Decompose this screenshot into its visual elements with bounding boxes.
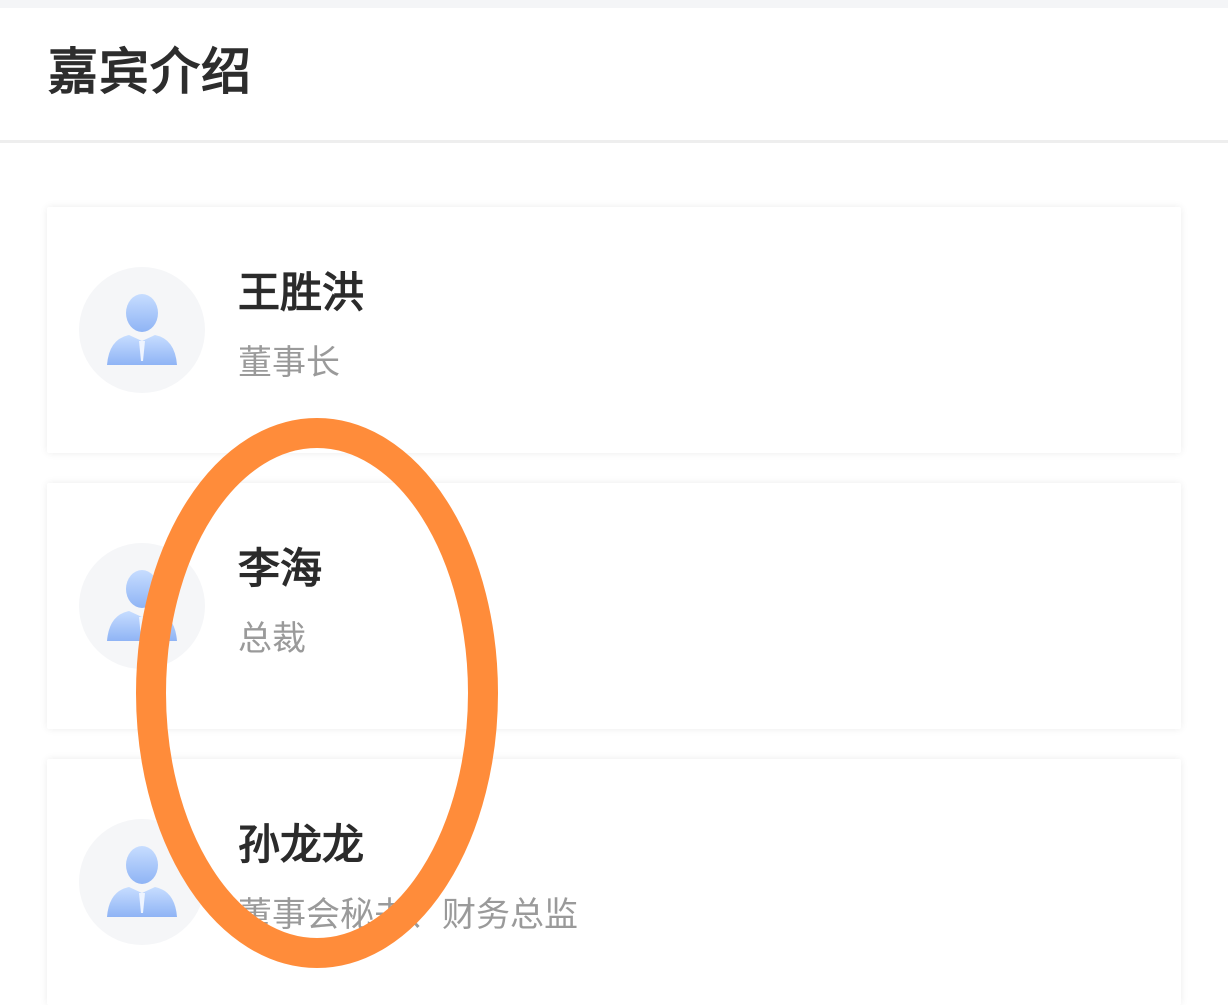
guest-title: 董事长	[238, 343, 340, 383]
guest-card[interactable]: 王胜洪 董事长	[47, 207, 1181, 453]
page-header: 嘉宾介绍	[0, 8, 1228, 143]
guest-list: 王胜洪 董事长 李海 总裁 孙龙龙 董事会秘书、财务总监	[0, 143, 1228, 1005]
avatar	[79, 819, 205, 945]
status-bar-strip	[0, 0, 1228, 8]
guest-title: 董事会秘书、财务总监	[238, 895, 578, 935]
avatar	[79, 543, 205, 669]
page-title: 嘉宾介绍	[48, 43, 252, 101]
guest-name: 王胜洪	[238, 268, 365, 317]
avatar	[79, 267, 205, 393]
guest-card[interactable]: 孙龙龙 董事会秘书、财务总监	[47, 759, 1181, 1005]
guest-title: 总裁	[238, 619, 306, 659]
guest-name: 李海	[238, 544, 323, 593]
person-avatar-icon	[107, 294, 177, 365]
guest-card[interactable]: 李海 总裁	[47, 483, 1181, 729]
person-avatar-icon	[107, 846, 177, 917]
person-avatar-icon	[107, 570, 177, 641]
guest-name: 孙龙龙	[238, 820, 365, 869]
